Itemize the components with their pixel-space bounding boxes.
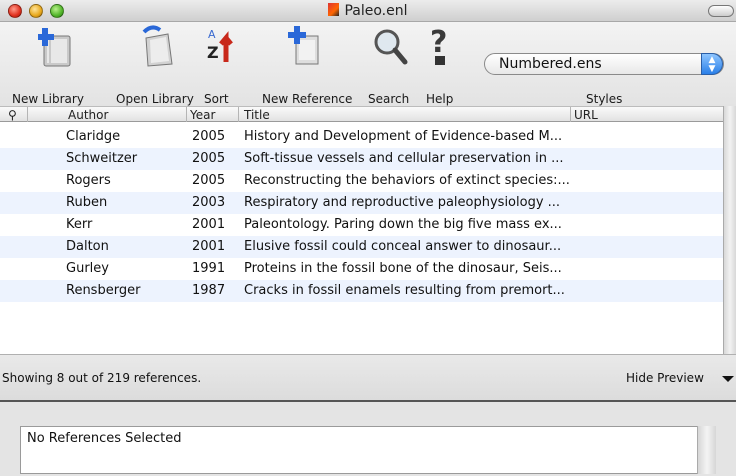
title-bar[interactable]: Paleo.enl — [0, 0, 736, 22]
row-author: Ruben — [66, 195, 108, 210]
column-url[interactable]: URL — [574, 108, 598, 122]
new-reference-icon[interactable] — [288, 24, 324, 68]
column-year[interactable]: Year — [190, 108, 215, 122]
row-author: Claridge — [66, 129, 121, 144]
column-author[interactable]: Author — [68, 108, 108, 122]
row-author: Dalton — [66, 239, 109, 254]
row-year: 2005 — [192, 151, 226, 166]
row-year: 1991 — [192, 261, 226, 276]
table-row[interactable]: Schweitzer 2005 Soft-tissue vessels and … — [0, 148, 723, 170]
preview-text: No References Selected — [27, 431, 182, 446]
new-library-button[interactable]: New Library — [12, 92, 84, 106]
status-bar: Showing 8 out of 219 references. Hide Pr… — [0, 354, 736, 400]
row-title: Respiratory and reproductive paleophysio… — [244, 195, 561, 210]
search-icon[interactable] — [372, 24, 410, 68]
row-author: Rensberger — [66, 283, 141, 298]
styles-label: Styles — [586, 92, 623, 106]
preview-pane: No References Selected — [0, 400, 736, 476]
style-select-value: Numbered.ens — [499, 56, 602, 72]
style-select[interactable]: Numbered.ens ▲ ▼ — [484, 53, 724, 75]
column-divider[interactable] — [570, 107, 571, 122]
row-title: Proteins in the fossil bone of the dinos… — [244, 261, 562, 276]
sort-button[interactable]: Sort — [204, 92, 229, 106]
search-button[interactable]: Search — [368, 92, 409, 106]
new-library-icon[interactable] — [38, 24, 74, 68]
row-author: Rogers — [66, 173, 111, 188]
table-scrollbar[interactable] — [723, 106, 736, 354]
window-title: Paleo.enl — [0, 3, 736, 19]
table-row[interactable]: Kerr 2001 Paleontology. Paring down the … — [0, 214, 723, 236]
svg-text:?: ? — [430, 25, 447, 60]
toolbar-toggle-button[interactable] — [708, 5, 734, 17]
help-button[interactable]: Help — [426, 92, 453, 106]
row-title: Cracks in fossil enamels resulting from … — [244, 283, 565, 298]
row-year: 2005 — [192, 129, 226, 144]
preview-text-area[interactable]: No References Selected — [20, 426, 716, 474]
column-header: ⚲ Author Year Title URL — [0, 106, 723, 122]
column-divider[interactable] — [238, 107, 239, 122]
attachment-column-icon[interactable]: ⚲ — [8, 108, 17, 122]
svg-text:A: A — [208, 28, 216, 41]
row-author: Gurley — [66, 261, 109, 276]
row-year: 1987 — [192, 283, 226, 298]
document-icon — [328, 3, 340, 16]
row-year: 2003 — [192, 195, 226, 210]
help-icon[interactable]: ? — [426, 24, 458, 68]
disclosure-triangle-icon[interactable] — [722, 376, 734, 382]
preview-scrollbar[interactable] — [697, 426, 716, 474]
row-year: 2001 — [192, 239, 226, 254]
column-divider[interactable] — [186, 107, 187, 122]
row-author: Kerr — [66, 217, 93, 232]
row-author: Schweitzer — [66, 151, 138, 166]
hide-preview-button[interactable]: Hide Preview — [626, 371, 704, 385]
table-row[interactable]: Gurley 1991 Proteins in the fossil bone … — [0, 258, 723, 280]
reference-count-text: Showing 8 out of 219 references. — [2, 371, 202, 385]
svg-text:Z: Z — [207, 43, 219, 62]
endnote-window: Paleo.enl A Z ? New Library Open Library… — [0, 0, 736, 476]
table-row[interactable]: Claridge 2005 History and Development of… — [0, 126, 723, 148]
row-title: Paleontology. Paring down the big five m… — [244, 217, 562, 232]
row-year: 2005 — [192, 173, 226, 188]
open-library-icon[interactable] — [138, 24, 178, 68]
column-title[interactable]: Title — [244, 108, 270, 122]
sort-icon[interactable]: A Z — [206, 24, 238, 68]
select-arrows-icon: ▲ ▼ — [701, 53, 723, 75]
row-title: Soft-tissue vessels and cellular preserv… — [244, 151, 564, 166]
table-row[interactable]: Rensberger 1987 Cracks in fossil enamels… — [0, 280, 723, 302]
new-reference-button[interactable]: New Reference — [262, 92, 352, 106]
table-row[interactable]: Ruben 2003 Respiratory and reproductive … — [0, 192, 723, 214]
open-library-button[interactable]: Open Library — [116, 92, 194, 106]
reference-table: Claridge 2005 History and Development of… — [0, 122, 723, 354]
row-year: 2001 — [192, 217, 226, 232]
row-title: Reconstructing the behaviors of extinct … — [244, 173, 570, 188]
row-title: History and Development of Evidence-base… — [244, 129, 563, 144]
table-row[interactable]: Rogers 2005 Reconstructing the behaviors… — [0, 170, 723, 192]
table-row[interactable]: Dalton 2001 Elusive fossil could conceal… — [0, 236, 723, 258]
column-divider[interactable] — [27, 107, 28, 122]
row-title: Elusive fossil could conceal answer to d… — [244, 239, 562, 254]
